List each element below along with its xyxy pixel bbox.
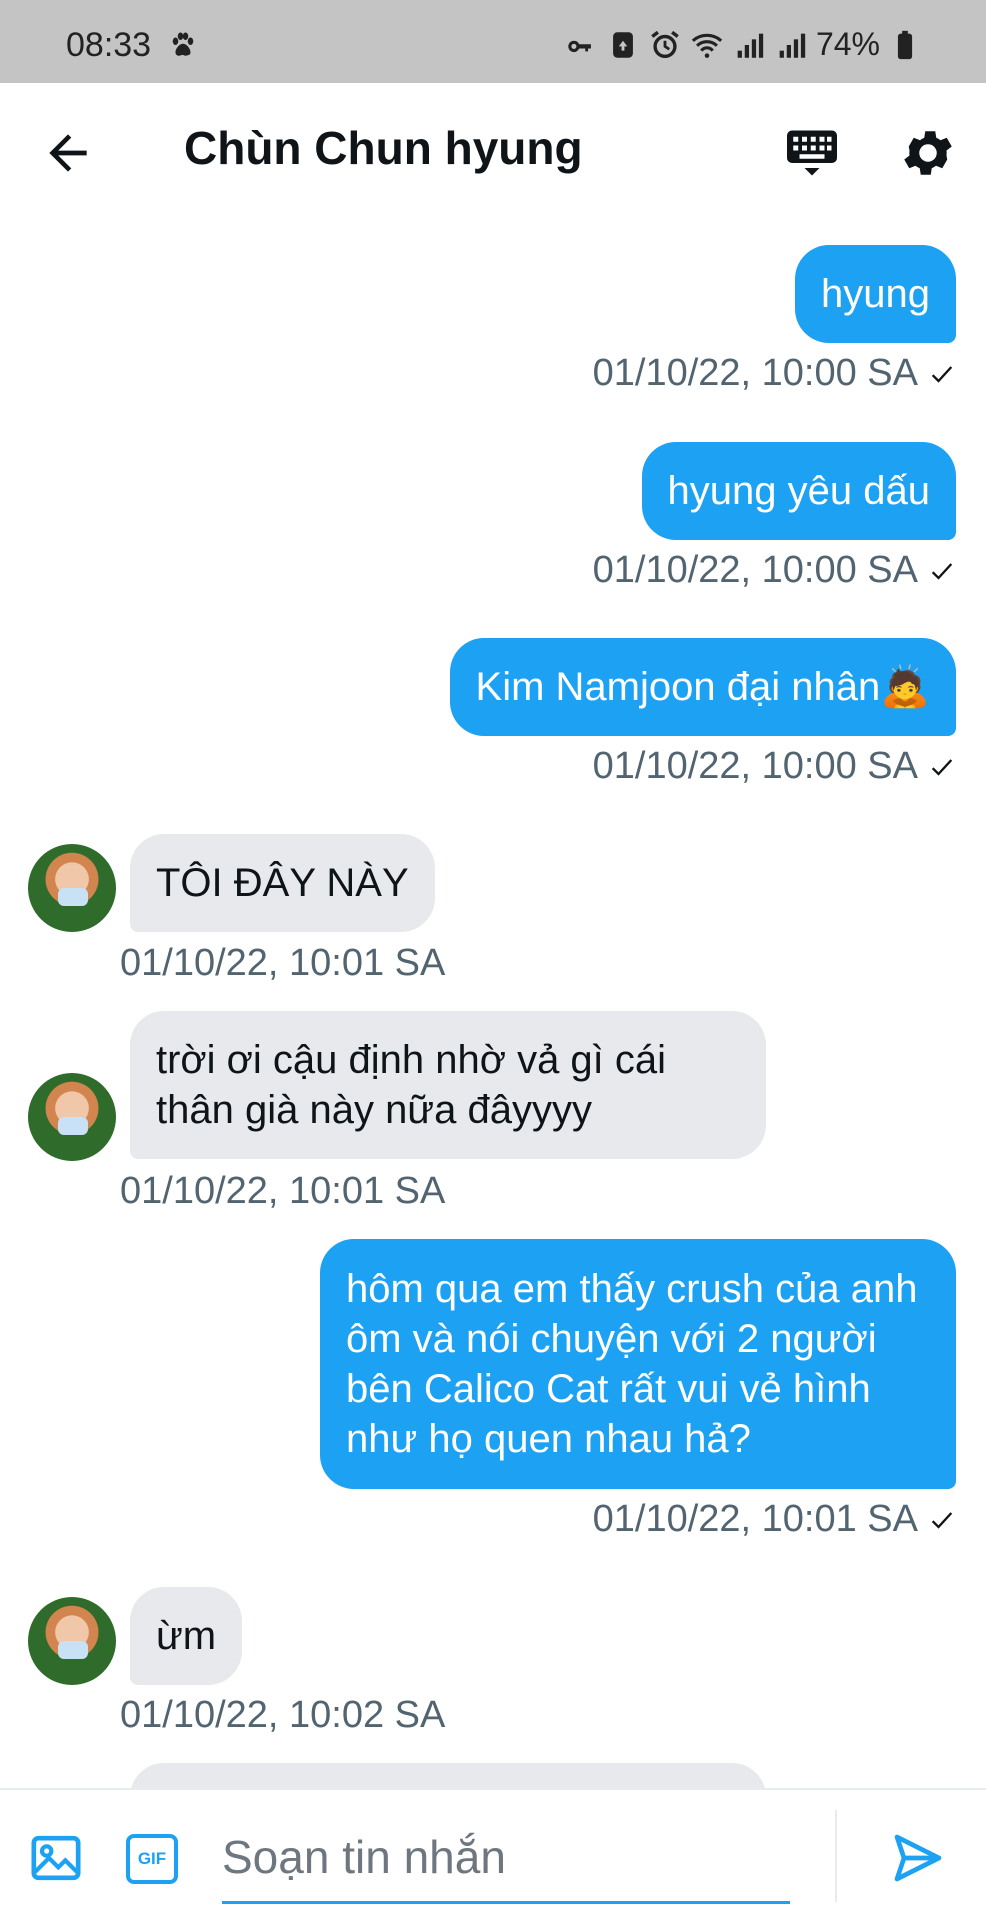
avatar[interactable] [28, 844, 116, 932]
send-icon[interactable] [890, 1830, 946, 1886]
battery-level: 74% [815, 26, 880, 62]
message-timestamp: 01/10/22, 10:00 SA [593, 549, 956, 592]
message-bubble[interactable]: Kim Namjoon đại nhân🙇 [449, 638, 956, 736]
status-time: 08:33 [66, 26, 152, 64]
keyboard-icon[interactable] [782, 123, 842, 183]
timestamp-text: 01/10/22, 10:02 SA [120, 1694, 446, 1736]
message-outgoing[interactable]: hôm qua em thấy crush của anh ôm và nói … [320, 1239, 956, 1489]
message-bubble[interactable]: TÔI ĐÂY NÀY [130, 834, 435, 932]
message-list[interactable]: hyung 01/10/22, 10:00 SA hyung yêu dấu 0… [0, 218, 986, 1788]
message-outgoing[interactable]: hyung yêu dấu [641, 442, 956, 540]
gif-button[interactable]: GIF [126, 1834, 178, 1884]
alarm-icon [651, 30, 679, 58]
timestamp-text: 01/10/22, 10:00 SA [592, 745, 918, 787]
message-bubble[interactable]: trời ơi cậu định nhờ vả gì cái thân già … [130, 1011, 766, 1159]
message-incoming[interactable]: TÔI ĐÂY NÀY [130, 834, 435, 932]
message-bubble[interactable]: ừm [130, 1587, 243, 1685]
status-icons: 74% [564, 26, 922, 63]
image-icon[interactable] [28, 1830, 84, 1886]
paw-icon [172, 32, 194, 56]
message-composer: GIF [0, 1788, 986, 1920]
signal-icon [737, 33, 764, 58]
message-input-wrapper [222, 1814, 790, 1904]
timestamp-text: 01/10/22, 10:01 SA [120, 942, 446, 984]
message-timestamp: 01/10/22, 10:00 SA [593, 745, 956, 788]
key-icon [568, 40, 591, 52]
avatar[interactable] [28, 1073, 116, 1161]
avatar[interactable] [28, 1597, 116, 1685]
recycle-icon [613, 31, 633, 58]
composer-divider [835, 1810, 837, 1902]
timestamp-text: 01/10/22, 10:01 SA [592, 1498, 918, 1540]
message-timestamp: 01/10/22, 10:00 SA [593, 352, 956, 395]
message-outgoing[interactable]: Kim Namjoon đại nhân🙇 [449, 638, 956, 736]
message-timestamp: 01/10/22, 10:02 SA [120, 1694, 445, 1737]
message-input[interactable] [222, 1814, 790, 1900]
check-icon [931, 1511, 953, 1529]
message-incoming[interactable]: trời ơi cậu định nhờ vả gì cái thân già … [130, 1011, 766, 1159]
conversation-header: Chùn Chun hyung [0, 83, 986, 218]
back-arrow-icon[interactable] [40, 125, 96, 181]
message-timestamp: 01/10/22, 10:01 SA [593, 1498, 956, 1541]
message-incoming-partial[interactable] [130, 1763, 766, 1788]
message-bubble[interactable]: hyung yêu dấu [641, 442, 956, 540]
message-bubble[interactable]: hyung [795, 245, 956, 343]
status-bar: 08:33 74% [0, 0, 986, 83]
conversation-title: Chùn Chun hyung [184, 122, 583, 174]
check-icon [931, 562, 953, 580]
timestamp-text: 01/10/22, 10:01 SA [120, 1170, 446, 1212]
wifi-icon [691, 33, 723, 58]
message-incoming[interactable]: ừm [130, 1587, 243, 1685]
message-timestamp: 01/10/22, 10:01 SA [120, 942, 445, 985]
timestamp-text: 01/10/22, 10:00 SA [592, 549, 918, 591]
gear-icon[interactable] [898, 123, 958, 183]
message-timestamp: 01/10/22, 10:01 SA [120, 1170, 445, 1213]
check-icon [931, 758, 953, 776]
check-icon [931, 365, 953, 383]
battery-icon [897, 30, 913, 59]
message-outgoing[interactable]: hyung [795, 245, 956, 343]
message-bubble[interactable]: hôm qua em thấy crush của anh ôm và nói … [320, 1239, 956, 1489]
timestamp-text: 01/10/22, 10:00 SA [592, 352, 918, 394]
signal-icon [779, 33, 806, 58]
